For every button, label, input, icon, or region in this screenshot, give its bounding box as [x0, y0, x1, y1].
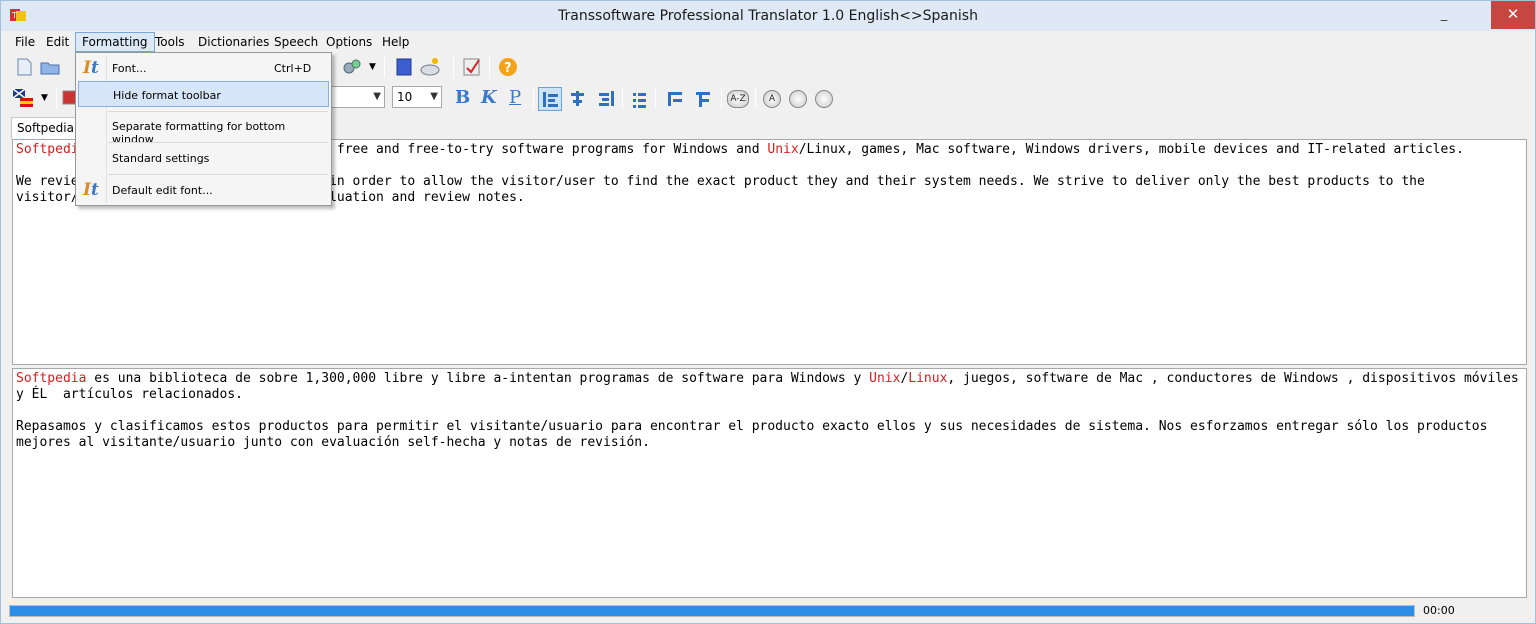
- speech-icon[interactable]: [419, 56, 441, 78]
- paragraph: Repasamos y clasificamos estos productos…: [16, 419, 1523, 451]
- menu-tools[interactable]: Tools: [149, 32, 191, 52]
- settings-dropdown-arrow-icon[interactable]: ▼: [369, 62, 376, 72]
- toolbar-separator: [655, 87, 656, 109]
- text-style-a-button[interactable]: A: [763, 90, 781, 108]
- menu-separator: [108, 174, 328, 175]
- menu-item-separate-formatting[interactable]: Separate formatting for bottom window: [78, 113, 329, 146]
- progress-fill: [10, 606, 1414, 616]
- chevron-down-icon: ▼: [430, 91, 438, 102]
- font-name-combo[interactable]: ▼: [331, 86, 385, 108]
- bold-button[interactable]: B: [455, 87, 470, 108]
- menu-item-label: Standard settings: [112, 152, 210, 165]
- elapsed-time: 00:00: [1423, 604, 1455, 617]
- toolbar-separator: [56, 87, 57, 109]
- align-center-button[interactable]: [566, 87, 590, 111]
- new-document-icon[interactable]: [13, 56, 35, 78]
- menu-item-font[interactable]: It Font... Ctrl+D: [78, 55, 329, 81]
- toolbar-separator: [453, 56, 454, 78]
- menu-item-label: Font...: [112, 62, 147, 75]
- dictionary-book-icon[interactable]: [393, 56, 415, 78]
- menu-formatting[interactable]: Formatting: [75, 32, 155, 52]
- status-bar: 00:00: [9, 603, 1529, 619]
- text-run: /Linux, games, Mac software, Windows dri…: [798, 142, 1464, 157]
- indent-button[interactable]: [691, 87, 715, 111]
- language-dropdown-arrow-icon[interactable]: ▼: [41, 93, 48, 103]
- settings-gears-icon[interactable]: [341, 56, 363, 78]
- menu-speech[interactable]: Speech: [268, 32, 324, 52]
- italic-button[interactable]: K: [481, 87, 497, 108]
- spellcheck-icon[interactable]: [461, 56, 483, 78]
- text-style-button-3[interactable]: [815, 90, 833, 108]
- menu-options[interactable]: Options: [320, 32, 378, 52]
- menu-item-label: Hide format toolbar: [113, 89, 221, 102]
- chevron-down-icon: ▼: [373, 91, 381, 102]
- outdent-button[interactable]: [663, 87, 687, 111]
- sort-az-button[interactable]: A-Z: [727, 90, 749, 108]
- menu-edit[interactable]: Edit: [40, 32, 75, 52]
- highlighted-term: Unix: [869, 371, 901, 386]
- menu-separator: [108, 142, 328, 143]
- menu-item-shortcut: Ctrl+D: [274, 62, 312, 75]
- text-run: es una biblioteca de sobre 1,300,000 lib…: [86, 371, 870, 386]
- toolbar-separator: [622, 87, 623, 109]
- font-icon: It: [83, 180, 99, 200]
- font-icon: It: [83, 58, 99, 78]
- menu-item-default-edit-font[interactable]: It Default edit font...: [78, 177, 329, 203]
- toolbar-separator: [384, 56, 385, 78]
- progress-bar: [9, 605, 1415, 617]
- toolbar-separator: [755, 87, 756, 109]
- align-right-button[interactable]: [594, 87, 618, 111]
- language-flags-icon[interactable]: [12, 87, 34, 109]
- menu-item-standard-settings[interactable]: Standard settings: [78, 145, 329, 171]
- toolbar-separator: [721, 87, 722, 109]
- open-folder-icon[interactable]: [39, 56, 61, 78]
- menu-file[interactable]: File: [9, 32, 41, 52]
- svg-text:?: ?: [504, 61, 512, 76]
- help-icon[interactable]: ?: [497, 56, 519, 78]
- text-run: Repasamos y clasificamos estos productos…: [16, 419, 1496, 450]
- menu-dictionaries[interactable]: Dictionaries: [192, 32, 275, 52]
- highlighted-term: Unix: [767, 142, 799, 157]
- text-style-button-2[interactable]: [789, 90, 807, 108]
- font-size-combo[interactable]: 10 ▼: [392, 86, 442, 108]
- menu-separator: [108, 111, 328, 112]
- bullet-list-button[interactable]: [627, 87, 651, 111]
- toolbar-separator: [533, 87, 534, 109]
- highlighted-term: Softpedia: [16, 371, 87, 386]
- formatting-menu: It Font... Ctrl+D Hide format toolbar Se…: [75, 52, 332, 206]
- window-title: Transsoftware Professional Translator 1.…: [558, 8, 978, 24]
- menu-item-label: Default edit font...: [112, 184, 213, 197]
- underline-button[interactable]: P: [509, 87, 521, 108]
- highlighted-term: Linux: [908, 371, 948, 386]
- toolbar-separator: [489, 56, 490, 78]
- align-left-button[interactable]: [538, 87, 562, 111]
- font-size-value: 10: [397, 90, 413, 104]
- app-window: T Transsoftware Professional Translator …: [0, 0, 1536, 624]
- menu-help[interactable]: Help: [376, 32, 415, 52]
- title-bar: T Transsoftware Professional Translator …: [1, 1, 1535, 31]
- paragraph: Softpedia es una biblioteca de sobre 1,3…: [16, 371, 1523, 403]
- menu-item-hide-format-toolbar[interactable]: Hide format toolbar: [78, 81, 329, 107]
- translation-text-pane[interactable]: Softpedia es una biblioteca de sobre 1,3…: [12, 368, 1527, 598]
- minimize-button[interactable]: _: [1429, 1, 1459, 29]
- close-button[interactable]: ✕: [1491, 1, 1535, 29]
